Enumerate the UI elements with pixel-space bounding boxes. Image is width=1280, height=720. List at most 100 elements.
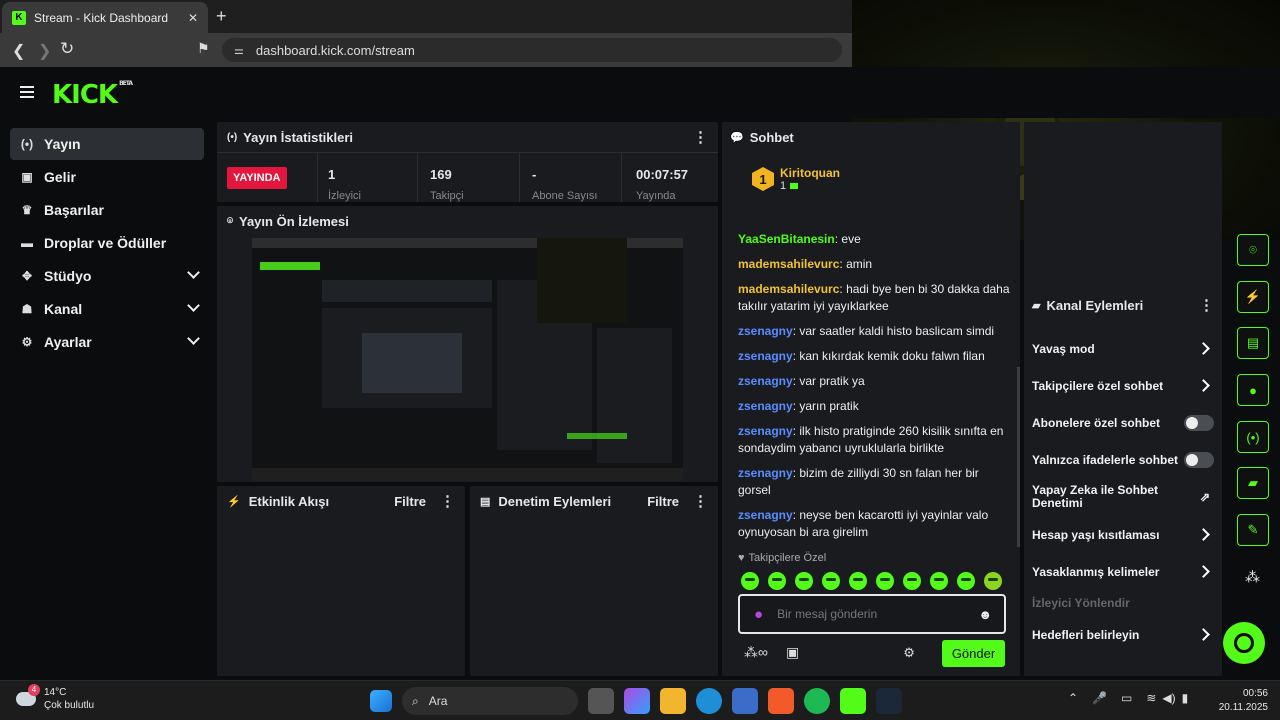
- chat-rail-button[interactable]: ●: [1237, 374, 1269, 406]
- uptime-value: 00:07:57: [636, 167, 689, 182]
- chat-username[interactable]: zsenagny: [738, 324, 793, 338]
- banned-words-row[interactable]: Yasaklanmış kelimeler: [1024, 553, 1222, 590]
- followers-only-chat-row[interactable]: Takipçilere özel sohbet: [1024, 367, 1222, 404]
- channel-actions-panel: ▰ Kanal Eylemleri ⋮ Yavaş mod Takipçiler…: [1024, 122, 1222, 676]
- send-button[interactable]: Gönder: [942, 640, 1005, 667]
- broadcast-rail-button[interactable]: (•): [1237, 421, 1269, 453]
- emote-icon[interactable]: [930, 572, 948, 590]
- steam-icon[interactable]: [876, 688, 902, 714]
- brave-browser-icon[interactable]: [768, 688, 794, 714]
- chat-settings-icon[interactable]: ⚙: [903, 645, 915, 661]
- chat-username[interactable]: mademsahilevurc: [738, 282, 839, 296]
- chevron-down-icon[interactable]: [187, 332, 200, 345]
- emote-icon[interactable]: [795, 572, 813, 590]
- emote-picker-icon[interactable]: ⁂∞: [744, 644, 768, 661]
- address-bar[interactable]: ⚌ dashboard.kick.com/stream: [222, 38, 842, 62]
- emote-icon[interactable]: [768, 572, 786, 590]
- activity-rail-button[interactable]: ⚡: [1237, 281, 1269, 313]
- emote-icon[interactable]: [876, 572, 894, 590]
- hamburger-menu-icon[interactable]: [20, 86, 34, 98]
- weather-widget[interactable]: 4 14°C Çok bulutlu: [16, 684, 94, 712]
- account-age-row[interactable]: Hesap yaşı kısıtlaması: [1024, 516, 1222, 553]
- back-arrow-icon[interactable]: ❮: [12, 41, 25, 61]
- chat-username[interactable]: mademsahilevurc: [738, 257, 839, 271]
- followers-only-label: ♥ Takipçilere Özel: [738, 552, 826, 564]
- chevron-down-icon[interactable]: [187, 266, 200, 279]
- add-widget-icon[interactable]: ⁂: [1245, 568, 1260, 586]
- microphone-icon[interactable]: 🎤: [1092, 691, 1107, 705]
- chat-username[interactable]: zsenagny: [738, 399, 793, 413]
- windows-start-icon[interactable]: [370, 690, 392, 712]
- sidebar-item-basarilar[interactable]: ♛ Başarılar: [10, 194, 204, 226]
- volume-icon[interactable]: ◀): [1162, 691, 1175, 705]
- studio-icon: ✥: [21, 269, 33, 283]
- slow-mode-row[interactable]: Yavaş mod: [1024, 330, 1222, 367]
- edge-icon[interactable]: [696, 688, 722, 714]
- channel-actions-rail-button[interactable]: ▰: [1237, 467, 1269, 499]
- sidebar-item-ayarlar[interactable]: ⚙ Ayarlar: [10, 326, 204, 358]
- sidebar-item-kanal[interactable]: ☗ Kanal: [10, 293, 204, 325]
- chat-username[interactable]: zsenagny: [738, 466, 793, 480]
- chat-message-input[interactable]: ● Bir mesaj gönderin ☻: [738, 594, 1006, 634]
- emote-icon[interactable]: [849, 572, 867, 590]
- store-icon[interactable]: [732, 688, 758, 714]
- support-headset-button[interactable]: [1223, 622, 1265, 664]
- filter-button[interactable]: Filtre: [394, 494, 426, 509]
- taskbar-search[interactable]: ⌕ Ara: [402, 687, 578, 715]
- copilot-icon[interactable]: [624, 688, 650, 714]
- site-info-icon[interactable]: ⚌: [234, 44, 244, 57]
- store-icon[interactable]: ▣: [786, 644, 799, 661]
- chat-scrollbar[interactable]: [1017, 367, 1020, 547]
- close-tab-icon[interactable]: ✕: [188, 11, 198, 25]
- battery-icon[interactable]: ▭: [1121, 691, 1132, 705]
- chevron-up-icon[interactable]: ⌃: [1068, 691, 1078, 705]
- chat-username[interactable]: zsenagny: [738, 508, 793, 522]
- spotify-icon[interactable]: [804, 688, 830, 714]
- followers-only-text: Takipçilere Özel: [748, 552, 827, 564]
- pinned-supporter[interactable]: 1 Kiritoquan 1: [752, 166, 840, 192]
- task-view-icon[interactable]: [588, 688, 614, 714]
- emote-icon[interactable]: [822, 572, 840, 590]
- chat-text: yarın pratik: [799, 399, 859, 413]
- bookmark-icon[interactable]: ⚑: [197, 40, 210, 57]
- chat-username[interactable]: zsenagny: [738, 374, 793, 388]
- chat-username[interactable]: YaaSenBitanesin: [738, 232, 835, 246]
- file-explorer-icon[interactable]: [660, 688, 686, 714]
- emoji-icon[interactable]: ☻: [978, 607, 992, 622]
- more-options-icon[interactable]: ⋮: [440, 492, 455, 510]
- more-options-icon[interactable]: ⋮: [693, 492, 708, 510]
- emote-icon[interactable]: [984, 572, 1002, 590]
- preview-rail-button[interactable]: ⌾: [1237, 234, 1269, 266]
- new-tab-button[interactable]: +: [216, 6, 227, 27]
- sidebar-item-gelir[interactable]: ▣ Gelir: [10, 161, 204, 193]
- emotes-only-toggle[interactable]: [1184, 451, 1214, 468]
- power-icon[interactable]: ▮: [1182, 691, 1189, 705]
- chat-username[interactable]: zsenagny: [738, 424, 793, 438]
- sidebar-item-studyo[interactable]: ✥ Stüdyo: [10, 260, 204, 292]
- kick-app-icon[interactable]: [840, 688, 866, 714]
- browser-tab[interactable]: K Stream - Kick Dashboard ✕: [2, 2, 208, 33]
- stream-preview-video[interactable]: [252, 238, 683, 481]
- clock[interactable]: 00:56 20.11.2025: [1212, 687, 1268, 715]
- emote-icon[interactable]: [741, 572, 759, 590]
- ai-moderation-row[interactable]: Yapay Zeka ile Sohbet Denetimi ⇗: [1024, 478, 1222, 516]
- forward-arrow-icon[interactable]: ❯: [38, 41, 51, 61]
- microphone-icon[interactable]: ●: [754, 606, 763, 623]
- chat-username[interactable]: zsenagny: [738, 349, 793, 363]
- tools-rail-button[interactable]: ✎: [1237, 514, 1269, 546]
- chevron-down-icon[interactable]: [187, 299, 200, 312]
- kick-logo[interactable]: KICK BETA: [52, 80, 133, 110]
- set-goals-row[interactable]: Hedefleri belirleyin: [1024, 616, 1222, 653]
- moderation-rail-button[interactable]: ▤: [1237, 327, 1269, 359]
- wifi-icon[interactable]: ≋: [1146, 691, 1156, 705]
- filter-button[interactable]: Filtre: [647, 494, 679, 509]
- sidebar-item-droplar[interactable]: ▬ Droplar ve Ödüller: [10, 227, 204, 259]
- reload-icon[interactable]: ↻: [60, 39, 74, 59]
- subscribers-only-toggle[interactable]: [1184, 414, 1214, 431]
- more-options-icon[interactable]: ⋮: [693, 128, 708, 146]
- more-options-icon[interactable]: ⋮: [1199, 296, 1214, 314]
- sidebar-item-yayin[interactable]: (•) Yayın: [10, 128, 204, 160]
- emote-icon[interactable]: [957, 572, 975, 590]
- sidebar: (•) Yayın ▣ Gelir ♛ Başarılar ▬ Droplar ve Ö…: [0, 120, 212, 680]
- emote-icon[interactable]: [903, 572, 921, 590]
